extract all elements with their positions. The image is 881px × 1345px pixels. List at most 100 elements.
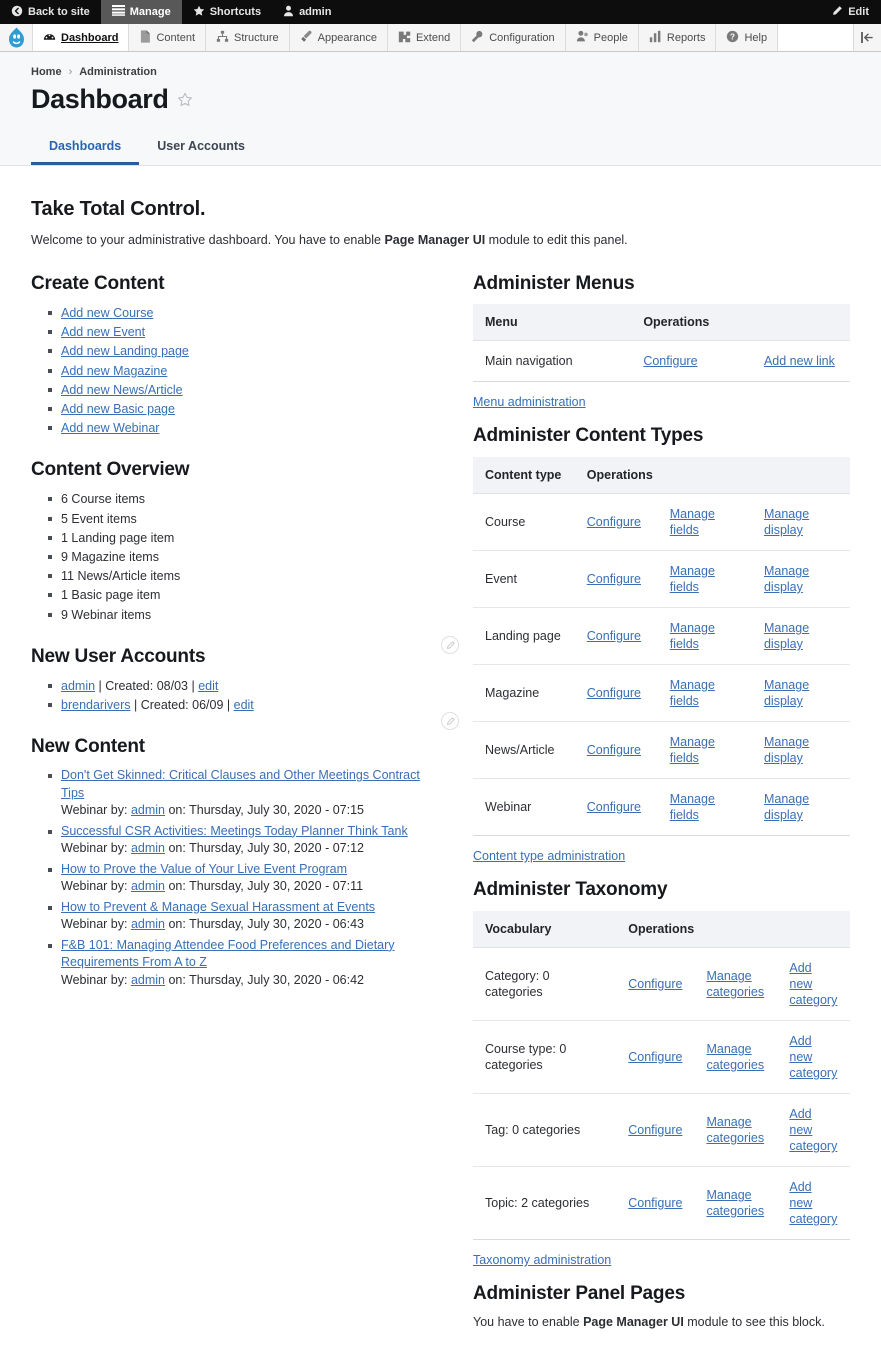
toolbar-item-reports[interactable]: Reports [637, 24, 716, 51]
manage-fields-link[interactable]: Manage fields [670, 507, 715, 537]
right-column: Administer Menus Menu Operations Main na… [441, 273, 850, 1345]
content-date: on: Thursday, July 30, 2020 - 06:42 [168, 972, 364, 987]
manage-fields-link[interactable]: Manage fields [670, 621, 715, 651]
list-item: 5 Event items [48, 510, 441, 528]
configure-link[interactable]: Configure [587, 686, 641, 700]
content-type-label: Webinar by: [61, 972, 128, 987]
content-title-link[interactable]: Successful CSR Activities: Meetings Toda… [61, 824, 408, 838]
add-new-news-article-link[interactable]: Add new News/Article [61, 383, 183, 397]
configure-link[interactable]: Configure [587, 743, 641, 757]
user-created-date: 08/03 [156, 678, 188, 693]
tab-dashboards[interactable]: Dashboards [31, 131, 140, 165]
toolbar-item-configuration[interactable]: Configuration [460, 24, 564, 51]
manage-tab[interactable]: Manage [100, 0, 182, 24]
content-type-administration-link[interactable]: Content type administration [473, 849, 625, 863]
manage-fields-link[interactable]: Manage fields [670, 678, 715, 708]
manage-display-link[interactable]: Manage display [764, 792, 809, 822]
add-new-basic-page-link[interactable]: Add new Basic page [61, 402, 175, 416]
manage-display-link[interactable]: Manage display [764, 621, 809, 651]
manage-fields-link[interactable]: Manage fields [670, 792, 715, 822]
user-link[interactable]: brendarivers [61, 698, 130, 712]
manage-fields-link[interactable]: Manage fields [670, 735, 715, 765]
content-date: on: Thursday, July 30, 2020 - 07:11 [168, 879, 364, 894]
manage-display-link[interactable]: Manage display [764, 507, 809, 537]
add-new-landing-page-link[interactable]: Add new Landing page [61, 344, 189, 358]
toolbar-item-content[interactable]: Content [128, 24, 205, 51]
add-new-category-link[interactable]: Add new category [789, 1034, 837, 1080]
toolbar-item-help[interactable]: ? Help [715, 24, 777, 51]
edit-mode-button[interactable]: Edit [819, 0, 881, 24]
menu-administration-link[interactable]: Menu administration [473, 395, 586, 409]
back-to-site-button[interactable]: Back to site [0, 0, 101, 24]
toolbar-item-extend[interactable]: Extend [386, 24, 460, 51]
shortcuts-tab[interactable]: Shortcuts [182, 0, 272, 24]
panel-pages-note: You have to enable Page Manager UI modul… [473, 1315, 850, 1329]
configure-link[interactable]: Configure [628, 1196, 682, 1210]
configure-link[interactable]: Configure [628, 1050, 682, 1064]
bookmark-star-icon[interactable] [177, 92, 193, 108]
manage-categories-link[interactable]: Manage categories [706, 1042, 764, 1072]
configure-link[interactable]: Configure [587, 800, 641, 814]
manage-display-link[interactable]: Manage display [764, 678, 809, 708]
add-new-category-link[interactable]: Add new category [789, 961, 837, 1007]
add-new-category-link[interactable]: Add new category [789, 1107, 837, 1153]
manage-label: Manage [129, 6, 171, 18]
user-edit-link[interactable]: edit [234, 698, 254, 712]
toolbar-item-dashboard[interactable]: Dashboard [32, 24, 129, 51]
configure-link[interactable]: Configure [587, 572, 641, 586]
dashboard-lead-heading: Take Total Control. [31, 198, 206, 220]
manage-categories-link[interactable]: Manage categories [706, 1115, 764, 1145]
content-title-link[interactable]: How to Prevent & Manage Sexual Harassmen… [61, 900, 375, 914]
shortcuts-label: Shortcuts [209, 6, 262, 18]
content-author-link[interactable]: admin [131, 803, 165, 817]
user-account-menu[interactable]: admin [272, 0, 342, 24]
add-new-category-link[interactable]: Add new category [789, 1180, 837, 1226]
add-new-webinar-link[interactable]: Add new Webinar [61, 421, 159, 435]
manage-display-link[interactable]: Manage display [764, 735, 809, 765]
configure-link[interactable]: Configure [587, 515, 641, 529]
drupal-logo[interactable] [0, 24, 32, 51]
tab-user-accounts[interactable]: User Accounts [139, 131, 263, 165]
manage-fields-link[interactable]: Manage fields [670, 564, 715, 594]
menu-configure-link[interactable]: Configure [643, 354, 697, 368]
page-header: Home › Administration Dashboard Dashboar… [0, 52, 881, 166]
content-icon [139, 29, 151, 46]
toolbar-item-people[interactable]: People [564, 24, 638, 51]
configure-link[interactable]: Configure [587, 629, 641, 643]
toolbar-orientation-toggle[interactable] [853, 24, 881, 51]
manage-display-link[interactable]: Manage display [764, 564, 809, 594]
contextual-edit-button[interactable] [441, 636, 459, 654]
admin-toolbar: Back to site Manage Shortcuts admin Edit [0, 0, 881, 24]
content-author-link[interactable]: admin [131, 841, 165, 855]
manage-categories-link[interactable]: Manage categories [706, 969, 764, 999]
vocabulary-name: Course type: 0 categories [473, 1020, 617, 1094]
administer-menus-heading: Administer Menus [473, 273, 635, 294]
content-title-link[interactable]: Don't Get Skinned: Critical Clauses and … [61, 768, 420, 800]
list-item: Add new Basic page [48, 400, 441, 418]
content-type-label: Webinar by: [61, 879, 128, 894]
configuration-icon [471, 30, 484, 46]
content-author-link[interactable]: admin [131, 973, 165, 987]
toolbar-item-structure[interactable]: Structure [205, 24, 289, 51]
configure-link[interactable]: Configure [628, 1123, 682, 1137]
configure-link[interactable]: Configure [628, 977, 682, 991]
table-row: Category: 0 categories Configure Manage … [473, 947, 850, 1021]
manage-categories-link[interactable]: Manage categories [706, 1188, 764, 1218]
add-new-course-link[interactable]: Add new Course [61, 306, 153, 320]
add-new-magazine-link[interactable]: Add new Magazine [61, 364, 167, 378]
breadcrumb-home[interactable]: Home [31, 66, 62, 78]
content-title-link[interactable]: F&B 101: Managing Attendee Food Preferen… [61, 938, 395, 970]
toolbar-item-appearance[interactable]: Appearance [288, 24, 387, 51]
content-title-link[interactable]: How to Prove the Value of Your Live Even… [61, 862, 347, 876]
content-author-link[interactable]: admin [131, 917, 165, 931]
menu-add-link[interactable]: Add new link [764, 354, 835, 368]
user-link[interactable]: admin [61, 679, 95, 693]
contextual-edit-button[interactable] [441, 712, 459, 730]
pencil-icon [831, 5, 843, 20]
taxonomy-administration-link[interactable]: Taxonomy administration [473, 1253, 611, 1267]
user-icon [283, 5, 294, 20]
content-author-link[interactable]: admin [131, 879, 165, 893]
user-edit-link[interactable]: edit [198, 679, 218, 693]
column-header-menu: Menu [473, 304, 632, 341]
add-new-event-link[interactable]: Add new Event [61, 325, 145, 339]
